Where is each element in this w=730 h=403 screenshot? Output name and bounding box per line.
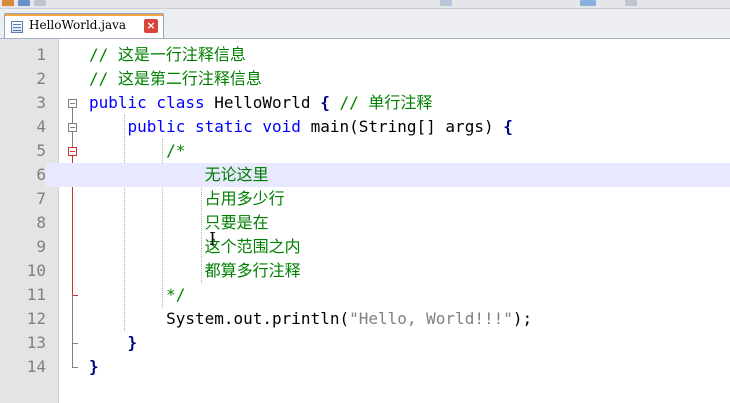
code-token: 占用多少行	[204, 189, 285, 208]
code-token: {	[320, 93, 330, 112]
code-token: /*	[166, 141, 186, 160]
code-line[interactable]: 4 public static void main(String[] args)…	[0, 115, 730, 139]
line-number: 1	[36, 45, 46, 64]
code-token: HelloWorld	[214, 93, 321, 112]
code-token: */	[166, 285, 186, 304]
code-token: System.out.println(	[166, 309, 350, 328]
line-number: 7	[36, 189, 46, 208]
code-line[interactable]: 8 只要是在	[0, 211, 730, 235]
code-token: }	[127, 333, 138, 352]
close-icon[interactable]: ×	[144, 19, 158, 33]
code-text[interactable]: 只要是在	[89, 211, 269, 235]
code-text[interactable]: */	[89, 283, 185, 307]
code-text[interactable]: 都算多行注释	[89, 259, 301, 283]
toolbar-icon[interactable]	[580, 0, 596, 6]
toolbar-icon[interactable]	[18, 0, 30, 6]
code-text[interactable]: /*	[89, 139, 185, 163]
tab-bar: HelloWorld.java ×	[0, 9, 730, 39]
code-token: {	[503, 117, 513, 136]
line-number: 3	[36, 93, 46, 112]
line-number: 5	[36, 141, 46, 160]
line-number: 9	[36, 237, 46, 256]
code-line[interactable]: 9 这个范围之内	[0, 235, 730, 259]
line-number: 13	[26, 333, 46, 352]
code-line[interactable]: 2 // 这是第二行注释信息	[0, 67, 730, 91]
tab-label: HelloWorld.java	[29, 18, 127, 32]
toolbar-icon[interactable]	[440, 0, 452, 6]
code-token: );	[512, 309, 533, 328]
code-token: main(String[] args)	[310, 117, 504, 136]
code-token: "Hello, World!!!"	[349, 309, 513, 328]
line-number: 14	[26, 357, 46, 376]
code-text[interactable]: }	[89, 355, 99, 379]
code-token: 这个范围之内	[204, 237, 301, 256]
code-text[interactable]: 占用多少行	[89, 187, 285, 211]
line-number: 10	[26, 261, 46, 280]
line-number: 12	[26, 309, 46, 328]
line-number: 2	[36, 69, 46, 88]
code-token: }	[89, 357, 99, 376]
line-number: 6	[0, 163, 46, 187]
line-number: 11	[26, 285, 46, 304]
code-line[interactable]: 5 /*	[0, 139, 730, 163]
toolbar-icon[interactable]	[34, 0, 46, 6]
code-editor[interactable]: 1 // 这是一行注释信息 2 // 这是第二行注释信息 3 public class H…	[0, 39, 730, 403]
code-line[interactable]: 14}	[0, 355, 730, 379]
file-icon	[11, 21, 23, 33]
text-cursor-icon: I	[209, 229, 217, 250]
code-text[interactable]: // 这是第二行注释信息	[89, 67, 262, 91]
code-token: 都算多行注释	[204, 261, 301, 280]
code-token: public static void	[127, 117, 311, 136]
toolbar-icon[interactable]	[2, 0, 14, 6]
code-text[interactable]: public class HelloWorld { // 单行注释	[89, 91, 432, 115]
code-text[interactable]: public static void main(String[] args) {	[89, 115, 513, 139]
toolbar-icon[interactable]	[625, 0, 637, 6]
code-line[interactable]: 3 public class HelloWorld { // 单行注释	[0, 91, 730, 115]
tab-helloworld-java[interactable]: HelloWorld.java ×	[4, 13, 164, 38]
code-token: // 单行注释	[329, 93, 433, 112]
code-token: public class	[89, 93, 215, 112]
code-text[interactable]: 这个范围之内	[89, 235, 301, 259]
toolbar-strip	[0, 0, 730, 9]
code-token: // 这是第二行注释信息	[89, 69, 262, 88]
code-text[interactable]: // 这是一行注释信息	[89, 43, 246, 67]
code-text[interactable]: 无论这里	[89, 163, 269, 187]
code-line[interactable]: 13 }	[0, 331, 730, 355]
code-text[interactable]: System.out.println("Hello, World!!!");	[89, 307, 532, 331]
code-line[interactable]: 1 // 这是一行注释信息	[0, 43, 730, 67]
code-line[interactable]: 12 System.out.println("Hello, World!!!")…	[0, 307, 730, 331]
code-token: // 这是一行注释信息	[89, 45, 246, 64]
code-token: 无论这里	[204, 165, 269, 184]
code-line[interactable]: 10 都算多行注释	[0, 259, 730, 283]
code-text[interactable]: }	[89, 331, 138, 355]
code-line[interactable]: 7 占用多少行	[0, 187, 730, 211]
code-line[interactable]: 6 无论这里	[0, 163, 730, 187]
line-number: 4	[36, 117, 46, 136]
code-line[interactable]: 11 */	[0, 283, 730, 307]
line-number: 8	[36, 213, 46, 232]
